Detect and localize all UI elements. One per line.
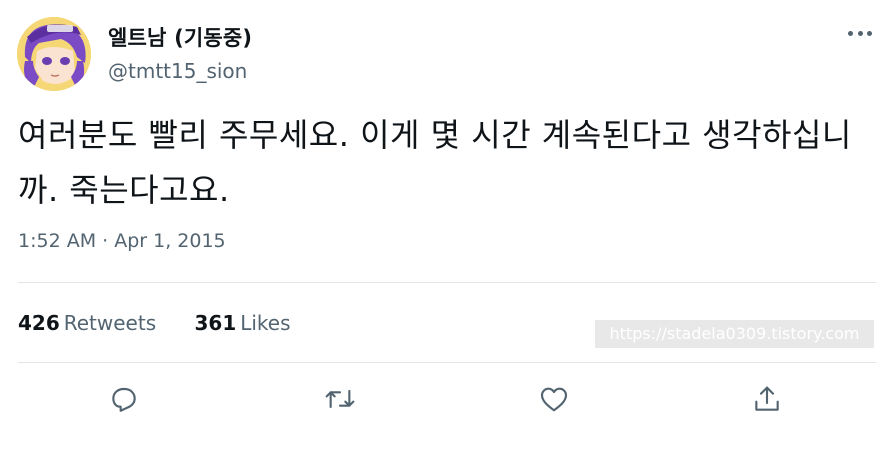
- likes-count: 361: [194, 311, 237, 335]
- retweet-button[interactable]: [322, 381, 358, 417]
- likes-stat[interactable]: 361 Likes: [194, 311, 290, 335]
- retweets-label: Retweets: [63, 311, 157, 335]
- avatar[interactable]: [17, 17, 91, 91]
- tweet-stats: 426 Retweets 361 Likes: [18, 311, 323, 335]
- tweet-timestamp[interactable]: 1:52 AM · Apr 1, 2015: [18, 230, 226, 252]
- user-handle[interactable]: @tmtt15_sion: [108, 59, 247, 83]
- share-button[interactable]: [749, 381, 785, 417]
- tweet-text: 여러분도 빨리 주무세요. 이게 몇 시간 계속된다고 생각하십니까. 죽는다고…: [18, 116, 852, 209]
- avatar-image: [17, 17, 91, 91]
- more-options-icon[interactable]: [842, 22, 878, 44]
- like-button[interactable]: [536, 381, 572, 417]
- likes-label: Likes: [240, 311, 291, 335]
- retweets-count: 426: [18, 311, 60, 335]
- share-icon: [755, 386, 779, 411]
- reply-button[interactable]: [106, 381, 142, 417]
- reply-icon: [112, 387, 136, 412]
- display-name[interactable]: 엘트남 (기동중): [108, 22, 252, 52]
- tweet-card: 엘트남 (기동중) @tmtt15_sion 여러분도 빨리 주무세요. 이게 …: [0, 0, 894, 454]
- divider: [18, 282, 876, 283]
- retweet-icon: [325, 389, 355, 409]
- heart-icon: [540, 387, 568, 412]
- retweets-stat[interactable]: 426 Retweets: [18, 311, 156, 335]
- watermark: https://stadela0309.tistory.com: [595, 320, 874, 348]
- divider: [18, 362, 876, 363]
